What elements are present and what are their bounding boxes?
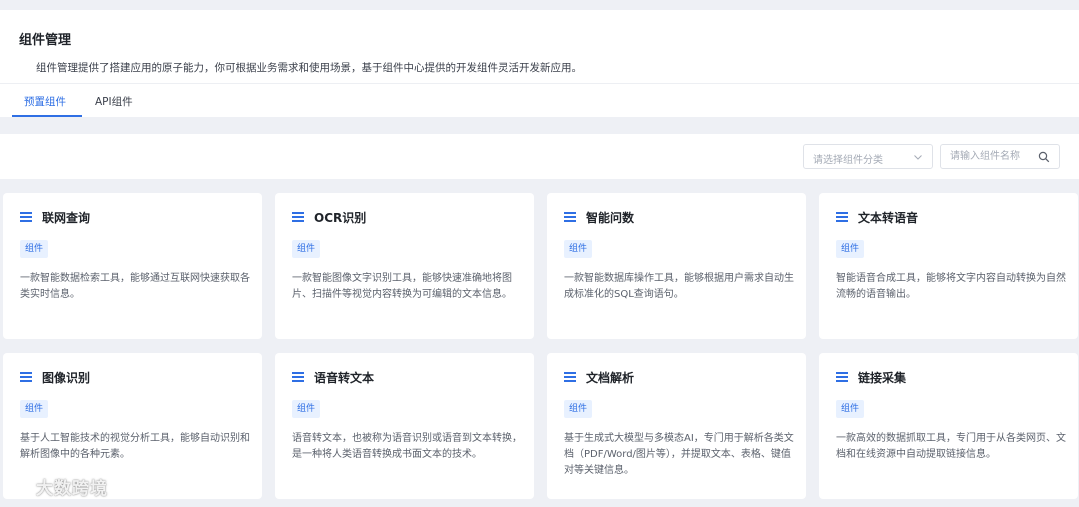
watermark-logo-icon (9, 479, 33, 494)
list-icon (836, 212, 848, 222)
card-description: 一款智能图像文字识别工具，能够快速准确地将图片、扫描件等视觉内容转换为可编辑的文… (292, 273, 512, 300)
card-description: 智能语音合成工具，能够将文字内容自动转换为自然流畅的语音输出。 (836, 273, 1066, 300)
chevron-down-icon (914, 155, 922, 160)
card-description: 基于生成式大模型与多模态AI，专门用于解析各类文档（PDF/Word/图片等），… (564, 433, 794, 476)
category-select[interactable]: 请选择组件分类 (803, 144, 933, 169)
component-badge: 组件 (292, 400, 321, 418)
component-card[interactable]: 智能问数 组件 一款智能数据库操作工具，能够根据用户需求自动生成标准化的SQL查… (547, 193, 806, 339)
card-description: 基于人工智能技术的视觉分析工具，能够自动识别和解析图像中的各种元素。 (20, 433, 250, 460)
component-card[interactable]: OCR识别 组件 一款智能图像文字识别工具，能够快速准确地将图片、扫描件等视觉内… (275, 193, 534, 339)
card-title: 图像识别 (42, 371, 91, 385)
component-card[interactable]: 链接采集 组件 一款高效的数据抓取工具，专门用于从各类网页、文档和在线资源中自动… (819, 353, 1078, 499)
card-title: 联网查询 (42, 211, 91, 225)
component-badge: 组件 (20, 400, 49, 418)
component-badge: 组件 (836, 240, 865, 258)
list-icon (836, 372, 848, 382)
component-badge: 组件 (564, 240, 593, 258)
tab-preset-components[interactable]: 预置组件 (24, 94, 66, 109)
component-badge: 组件 (292, 240, 321, 258)
card-description: 一款高效的数据抓取工具，专门用于从各类网页、文档和在线资源中自动提取链接信息。 (836, 433, 1066, 460)
list-icon (20, 372, 32, 382)
component-card[interactable]: 联网查询 组件 一款智能数据检索工具，能够通过互联网快速获取各类实时信息。 (3, 193, 262, 339)
component-badge: 组件 (20, 240, 49, 258)
component-badge: 组件 (836, 400, 865, 418)
card-description: 一款智能数据库操作工具，能够根据用户需求自动生成标准化的SQL查询语句。 (564, 273, 794, 300)
component-badge: 组件 (564, 400, 593, 418)
card-title: 链接采集 (858, 371, 907, 385)
card-title: 文本转语音 (858, 211, 919, 225)
category-select-placeholder: 请选择组件分类 (813, 155, 883, 166)
component-card[interactable]: 语音转文本 组件 语音转文本，也被称为语音识别或语音到文本转换，是一种将人类语音… (275, 353, 534, 499)
watermark-text: 大数跨境 (36, 479, 108, 499)
list-icon (564, 212, 576, 222)
search-icon[interactable] (1038, 151, 1050, 163)
list-icon (292, 212, 304, 222)
card-title: 文档解析 (586, 371, 635, 385)
page-title: 组件管理 (19, 33, 72, 48)
card-description: 一款智能数据检索工具，能够通过互联网快速获取各类实时信息。 (20, 273, 250, 300)
active-tab-indicator (12, 115, 82, 117)
card-title: 语音转文本 (314, 371, 375, 385)
card-description: 语音转文本，也被称为语音识别或语音到文本转换，是一种将人类语音转换成书面文本的技… (292, 433, 522, 460)
list-icon (20, 212, 32, 222)
watermark: 大数跨境 (8, 474, 108, 499)
filter-bar: 请选择组件分类 (0, 134, 1079, 179)
list-icon (292, 372, 304, 382)
header-divider (0, 83, 1079, 84)
page-description: 组件管理提供了搭建应用的原子能力，你可根据业务需求和使用场景，基于组件中心提供的… (36, 62, 582, 74)
list-icon (564, 372, 576, 382)
component-card[interactable]: 文档解析 组件 基于生成式大模型与多模态AI，专门用于解析各类文档（PDF/Wo… (547, 353, 806, 499)
tab-api-components[interactable]: API组件 (95, 94, 133, 109)
card-title: OCR识别 (314, 211, 367, 225)
card-title: 智能问数 (586, 211, 635, 225)
component-card[interactable]: 文本转语音 组件 智能语音合成工具，能够将文字内容自动转换为自然流畅的语音输出。 (819, 193, 1078, 339)
page-header: 组件管理 组件管理提供了搭建应用的原子能力，你可根据业务需求和使用场景，基于组件… (0, 10, 1079, 117)
search-input[interactable] (941, 145, 1037, 168)
component-search[interactable] (940, 144, 1060, 169)
